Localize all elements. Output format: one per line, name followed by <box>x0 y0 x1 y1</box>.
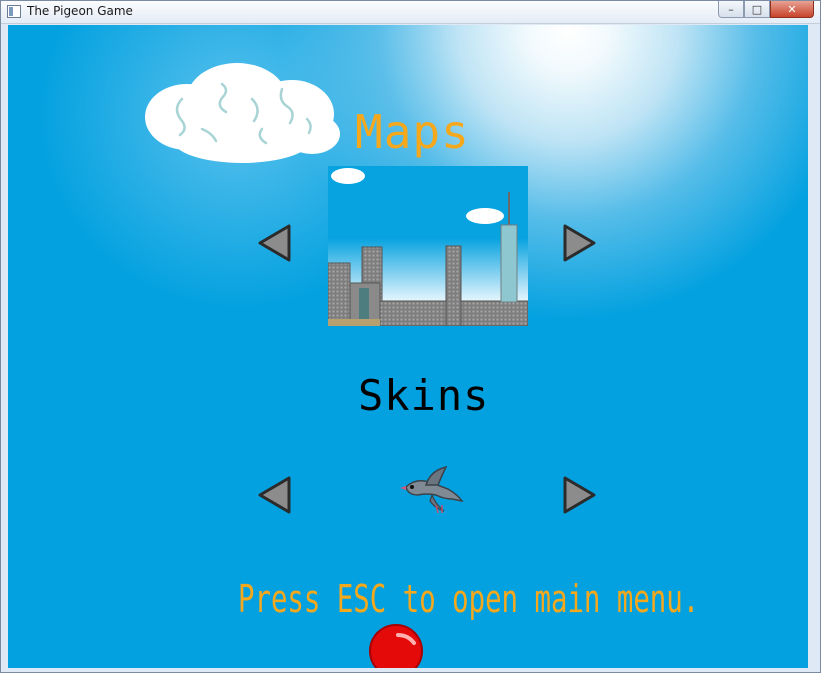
title-bar[interactable]: The Pigeon Game – □ ✕ <box>1 1 820 24</box>
maximize-icon: □ <box>751 2 763 16</box>
window-controls: – □ ✕ <box>718 1 814 19</box>
game-canvas[interactable]: Maps Skins Press ESC to open main menu. <box>8 25 808 668</box>
esc-menu-hint: Press ESC to open main menu. <box>238 577 700 621</box>
close-button[interactable]: ✕ <box>770 1 814 18</box>
maps-heading: Maps <box>355 105 470 159</box>
window-title: The Pigeon Game <box>27 4 133 18</box>
red-ball-decoration <box>369 624 423 668</box>
pigeon-skin-preview <box>400 465 464 514</box>
map-preview-city <box>328 166 528 326</box>
cloud-decoration <box>145 63 340 163</box>
game-window: The Pigeon Game – □ ✕ Maps Skins Press E… <box>0 0 821 673</box>
skins-next-arrow-icon[interactable] <box>561 475 597 515</box>
skins-heading: Skins <box>358 371 490 420</box>
minimize-icon: – <box>728 2 734 16</box>
skins-prev-arrow-icon[interactable] <box>257 475 293 515</box>
close-icon: ✕ <box>787 2 797 16</box>
maps-prev-arrow-icon[interactable] <box>257 223 293 263</box>
minimize-button[interactable]: – <box>718 1 744 18</box>
maps-next-arrow-icon[interactable] <box>561 223 597 263</box>
app-icon <box>7 5 21 18</box>
maximize-button[interactable]: □ <box>744 1 770 18</box>
